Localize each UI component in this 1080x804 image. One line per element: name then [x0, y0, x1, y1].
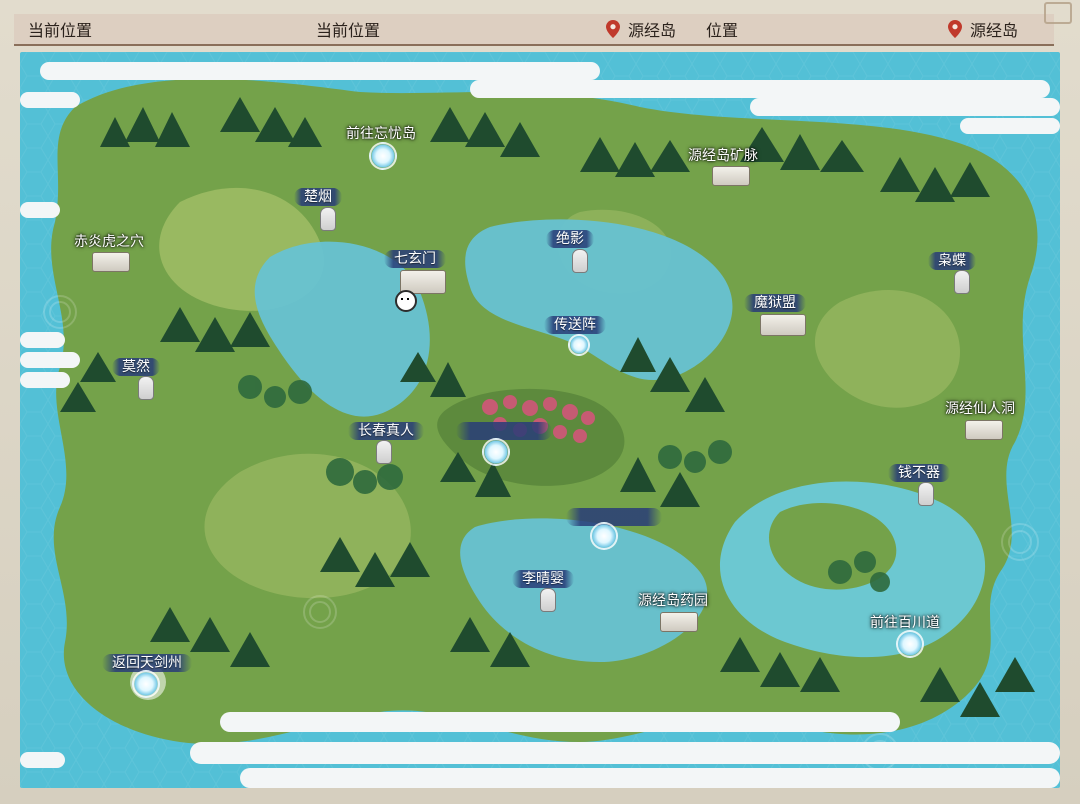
- current-location-title: 当前位置: [28, 21, 93, 40]
- teleport-array-icon[interactable]: [568, 334, 590, 356]
- portal-icon[interactable]: [896, 630, 924, 658]
- npc-icon[interactable]: [918, 482, 934, 506]
- portal-icon[interactable]: [132, 670, 160, 698]
- player-avatar-icon[interactable]: [395, 290, 417, 312]
- mine-building-icon[interactable]: [712, 166, 750, 186]
- map-label-chiyan-huzhixue[interactable]: 赤炎虎之穴: [74, 233, 144, 251]
- npc-icon[interactable]: [376, 440, 392, 464]
- map-label-qianbuqi[interactable]: 钱不器: [888, 464, 950, 482]
- close-corner-icon[interactable]: [1044, 2, 1072, 24]
- map-label-liqingying[interactable]: 李晴婴: [512, 570, 574, 588]
- location-name: 源经岛: [628, 21, 677, 40]
- npc-icon[interactable]: [954, 270, 970, 294]
- demon-alliance-icon[interactable]: [760, 314, 806, 336]
- map-label-jueying[interactable]: 绝影: [546, 230, 594, 248]
- map-label-yuanjing-yaoyuan[interactable]: 源经岛药园: [638, 592, 708, 610]
- map-label-moyumeng[interactable]: 魔狱盟: [744, 294, 806, 312]
- current-location-title-3: 位置: [706, 21, 739, 40]
- current-location-label-middle: 当前位置: [316, 14, 380, 44]
- location-pin-icon: [948, 20, 962, 38]
- map-canvas: [20, 52, 1060, 788]
- portal-icon[interactable]: [482, 438, 510, 466]
- map-label-unnamed-south[interactable]: [566, 508, 662, 526]
- herb-garden-icon[interactable]: [660, 612, 698, 632]
- map-label-qianwang-wangyou[interactable]: 前往忘忧岛: [346, 125, 416, 143]
- location-indicator-2: 源经岛: [948, 14, 1018, 44]
- map-label-qixuanmen[interactable]: 七玄门: [384, 250, 446, 268]
- npc-icon[interactable]: [138, 376, 154, 400]
- location-indicator-1: 源经岛: [606, 14, 676, 44]
- header-bar: [14, 14, 1054, 46]
- location-pin-icon: [606, 20, 620, 38]
- map-label-moran[interactable]: 莫然: [112, 358, 160, 376]
- map-label-changchun-zhenren[interactable]: 长春真人: [348, 422, 424, 440]
- map-label-qianwang-baichuandao[interactable]: 前往百川道: [870, 614, 940, 632]
- map-label-yuanjing-kuangmai[interactable]: 源经岛矿脉: [688, 147, 758, 165]
- immortal-cave-icon[interactable]: [965, 420, 1003, 440]
- npc-icon[interactable]: [540, 588, 556, 612]
- portal-icon[interactable]: [590, 522, 618, 550]
- npc-icon[interactable]: [572, 249, 588, 273]
- npc-icon[interactable]: [320, 207, 336, 231]
- map-label-unnamed-central[interactable]: [456, 422, 552, 440]
- world-map[interactable]: 前往忘忧岛 源经岛矿脉 楚烟 赤炎虎之穴 七玄门 绝影 枭蝶 魔狱盟 传送阵 莫…: [20, 52, 1060, 788]
- location-name-2: 源经岛: [970, 21, 1019, 40]
- map-label-chuyan[interactable]: 楚烟: [294, 188, 342, 206]
- current-location-label-right: 位置: [706, 14, 738, 44]
- portal-icon[interactable]: [369, 142, 397, 170]
- current-location-label-left: 当前位置: [28, 14, 92, 44]
- map-label-chuansongzhen[interactable]: 传送阵: [544, 316, 606, 334]
- map-label-yuanjing-xianrendong[interactable]: 源经仙人洞: [945, 400, 1015, 418]
- current-location-title-2: 当前位置: [316, 21, 381, 40]
- tiger-den-icon[interactable]: [92, 252, 130, 272]
- map-label-shuangdie[interactable]: 枭蝶: [928, 252, 976, 270]
